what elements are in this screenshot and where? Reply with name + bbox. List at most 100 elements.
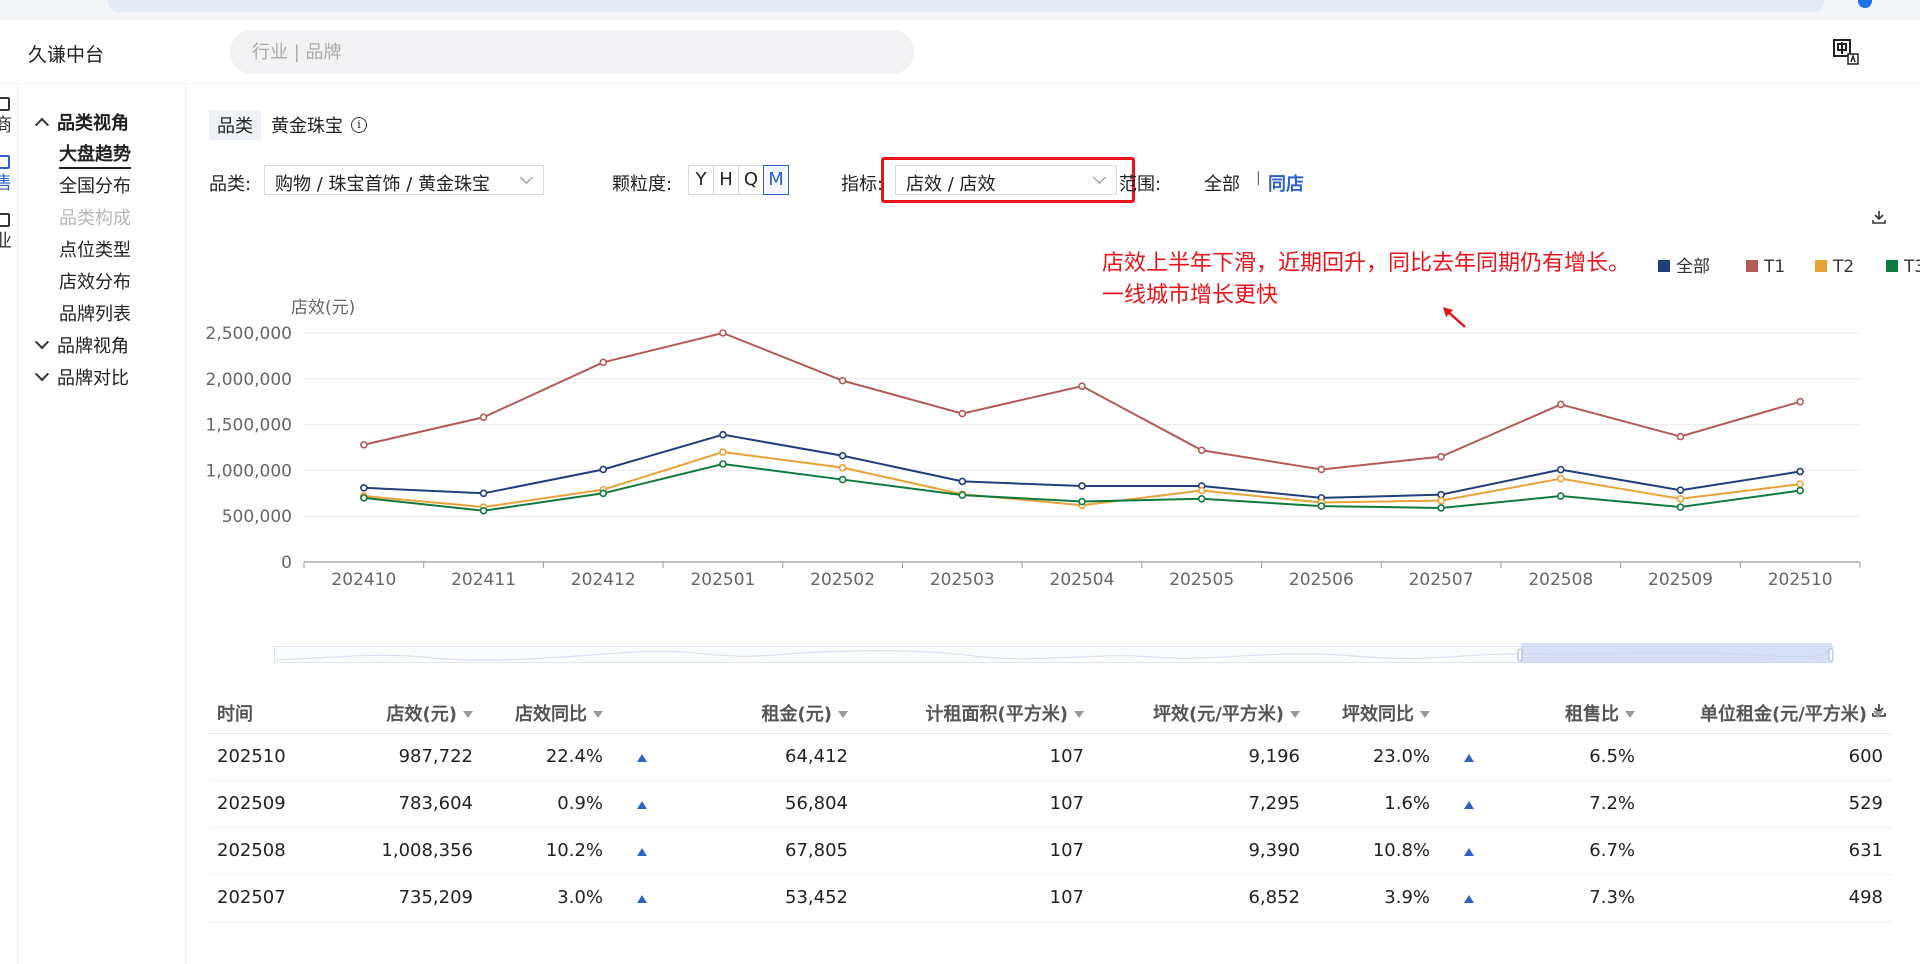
y-tick-label: 1,000,000 bbox=[205, 461, 292, 481]
x-tick-label: 202510 bbox=[1768, 570, 1833, 590]
zoom-handle-left[interactable] bbox=[1517, 648, 1523, 662]
trend-up-icon bbox=[637, 801, 647, 809]
y-tick-label: 1,500,000 bbox=[205, 416, 292, 436]
trend-up-icon bbox=[637, 754, 647, 762]
nav-item-store-efficiency[interactable]: 店效分布 bbox=[59, 268, 131, 294]
sort-icon[interactable] bbox=[463, 711, 473, 719]
column-header-area-efficiency[interactable]: 坪效(元/平方米) bbox=[1092, 693, 1308, 734]
sort-icon[interactable] bbox=[593, 711, 603, 719]
table-cell: 10.2% bbox=[481, 827, 611, 875]
data-point bbox=[719, 448, 727, 456]
granularity-option-q[interactable]: Q bbox=[738, 165, 764, 195]
data-point bbox=[1796, 397, 1804, 406]
left-rail: 商 售 业 bbox=[0, 85, 18, 964]
data-point bbox=[838, 376, 847, 385]
data-point bbox=[1078, 497, 1086, 506]
column-header-area-efficiency-yoy[interactable]: 坪效同比 bbox=[1308, 693, 1438, 734]
address-bar[interactable] bbox=[108, 0, 1824, 12]
search-box[interactable] bbox=[230, 30, 914, 74]
granularity-label: 颗粒度: bbox=[612, 174, 673, 195]
nav-group-brand-compare[interactable]: 品牌对比 bbox=[34, 364, 129, 390]
language-switch-icon[interactable] bbox=[1832, 38, 1860, 66]
main-content: 品类 黄金珠宝 i 品类: 购物 / 珠宝首饰 / 黄金珠宝 颗粒度: Y H … bbox=[187, 85, 1920, 964]
table-cell: 6.7% bbox=[1493, 827, 1643, 875]
data-point bbox=[838, 451, 847, 460]
trend-up-cell bbox=[611, 827, 666, 875]
range-option-all[interactable]: 全部 bbox=[1204, 170, 1240, 196]
breadcrumb: 品类 黄金珠宝 i bbox=[209, 110, 367, 140]
zoom-slider[interactable] bbox=[274, 640, 1834, 666]
app-header: 久谦中台 bbox=[0, 20, 1920, 84]
data-point bbox=[958, 477, 967, 486]
nav-item-category-composition: 品类构成 bbox=[59, 208, 131, 229]
profile-icon[interactable] bbox=[1858, 0, 1872, 8]
x-tick-label: 202504 bbox=[1050, 570, 1115, 590]
data-point bbox=[1676, 503, 1685, 511]
sort-icon[interactable] bbox=[1290, 711, 1300, 719]
x-tick-label: 202503 bbox=[930, 570, 995, 590]
table-cell: 7,295 bbox=[1092, 780, 1308, 828]
legend-label: T2 bbox=[1832, 257, 1854, 277]
table-cell: 202508 bbox=[209, 827, 319, 875]
nav-group-brand[interactable]: 品牌视角 bbox=[34, 332, 129, 358]
granularity-option-h[interactable]: H bbox=[713, 165, 739, 195]
column-header-rent-sales-ratio[interactable]: 租售比 bbox=[1493, 693, 1643, 734]
store-icon bbox=[0, 155, 10, 169]
column-header-store-efficiency[interactable]: 店效(元) bbox=[319, 693, 481, 734]
range-separator: | bbox=[1256, 170, 1261, 186]
sort-icon[interactable] bbox=[1625, 711, 1635, 719]
nav-group-category[interactable]: 品类视角 bbox=[34, 109, 129, 135]
sort-icon[interactable] bbox=[838, 711, 848, 719]
data-table: 时间 店效(元) 店效同比 租金(元) 计租面积(平方米) 坪效(元/平方米) … bbox=[209, 693, 1891, 922]
search-input[interactable] bbox=[230, 30, 914, 74]
app-brand[interactable]: 久谦中台 bbox=[28, 40, 104, 67]
download-icon[interactable] bbox=[1871, 209, 1887, 225]
granularity-option-y[interactable]: Y bbox=[688, 165, 714, 195]
rail-item-industry[interactable]: 业 bbox=[0, 213, 17, 253]
trend-up-cell bbox=[1438, 874, 1493, 922]
rail-item-merchant[interactable]: 商 bbox=[0, 97, 17, 137]
zoom-handle-right[interactable] bbox=[1828, 648, 1834, 662]
column-header-store-efficiency-yoy[interactable]: 店效同比 bbox=[481, 693, 611, 734]
sort-icon[interactable] bbox=[1074, 711, 1084, 719]
data-point bbox=[1078, 482, 1086, 490]
table-cell: 202509 bbox=[209, 780, 319, 828]
category-select[interactable]: 购物 / 珠宝首饰 / 黄金珠宝 bbox=[264, 165, 544, 195]
zoom-window[interactable] bbox=[1521, 643, 1832, 663]
table-cell: 735,209 bbox=[319, 874, 481, 922]
nav-item-brand-list[interactable]: 品牌列表 bbox=[59, 300, 131, 326]
table-cell: 10.8% bbox=[1308, 827, 1438, 875]
nav-item-location-type[interactable]: 点位类型 bbox=[59, 236, 131, 262]
rail-label: 商 bbox=[0, 115, 12, 136]
table-cell: 202507 bbox=[209, 874, 319, 922]
data-point bbox=[1556, 465, 1565, 474]
granularity-option-m[interactable]: M bbox=[763, 165, 789, 195]
info-icon[interactable]: i bbox=[351, 117, 367, 133]
data-point bbox=[479, 489, 488, 498]
trend-up-icon bbox=[1464, 801, 1474, 809]
nav-item-market-trend[interactable]: 大盘趋势 bbox=[59, 140, 131, 169]
column-header-area[interactable]: 计租面积(平方米) bbox=[856, 693, 1092, 734]
data-point bbox=[599, 358, 608, 367]
range-option-same-store[interactable]: 同店 bbox=[1268, 170, 1304, 196]
sort-icon[interactable] bbox=[1420, 711, 1430, 719]
table-cell: 107 bbox=[856, 780, 1092, 828]
range-label: 范围: bbox=[1119, 174, 1162, 195]
column-header-rent[interactable]: 租金(元) bbox=[666, 693, 856, 734]
table-cell: 529 bbox=[1643, 780, 1891, 828]
legend-label: T3+ bbox=[1903, 257, 1920, 277]
data-point bbox=[1197, 494, 1206, 503]
x-tick-label: 202508 bbox=[1528, 570, 1593, 590]
data-point bbox=[719, 329, 727, 337]
nav-item-national-distribution[interactable]: 全国分布 bbox=[59, 172, 131, 198]
trend-up-cell bbox=[611, 780, 666, 828]
arrow-icon bbox=[1443, 307, 1466, 328]
chevron-up-icon bbox=[34, 117, 50, 132]
table-row: 202509 783,604 0.9% 56,804 107 7,295 1.6% 7.2% 5… bbox=[209, 780, 1891, 828]
column-header-unit-rent[interactable]: 单位租金(元/平方米) bbox=[1643, 693, 1891, 734]
x-tick-label: 202505 bbox=[1169, 570, 1234, 590]
sort-icon[interactable] bbox=[1873, 711, 1883, 719]
x-tick-label: 202507 bbox=[1409, 570, 1474, 590]
rail-item-retail[interactable]: 售 bbox=[0, 155, 17, 195]
data-point bbox=[1796, 467, 1804, 476]
